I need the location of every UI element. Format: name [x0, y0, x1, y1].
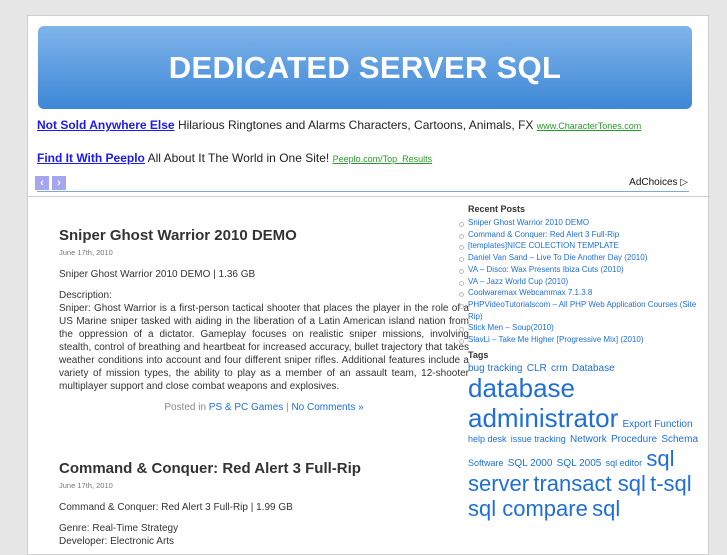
recent-post-link[interactable]: Stick Men – Soup(2010) [459, 322, 708, 334]
recent-posts-heading: Recent Posts [468, 204, 526, 214]
ad-title-link[interactable]: Find It With Peeplo [37, 151, 145, 165]
category-link[interactable]: PS & PC Games [209, 402, 283, 413]
post-summary: Sniper Ghost Warrior 2010 DEMO | 1.36 GB [59, 269, 256, 280]
site-title[interactable]: DEDICATED SERVER SQL [169, 50, 561, 86]
ad-nav: ‹ › [35, 176, 66, 190]
tag-link[interactable]: SQL 2000 [508, 458, 553, 469]
sidebar: Recent Posts Sniper Ghost Warrior 2010 D… [459, 204, 708, 522]
tag-link[interactable]: Software [468, 458, 504, 468]
recent-post-link[interactable]: SlavLi – Take Me Higher [Progressive Mix… [459, 334, 708, 346]
tag-link[interactable]: bug tracking [468, 363, 522, 374]
post: Sniper Ghost Warrior 2010 DEMO June 17th… [59, 228, 469, 414]
ad-url-link[interactable]: Peeplo.com/Top_Results [333, 154, 433, 164]
recent-post-link[interactable]: VA – Disco: Wax Presents Ibiza Cuts (201… [459, 264, 708, 276]
tag-link[interactable]: Schema [661, 434, 698, 445]
tag-link[interactable]: crm [551, 363, 568, 374]
adchoices-link[interactable]: AdChoices ▷ [629, 177, 688, 188]
chevron-right-icon[interactable]: › [52, 176, 66, 190]
tag-link[interactable]: sql editor [606, 458, 643, 468]
ad-item: Find It With Peeplo All About It The Wor… [37, 151, 432, 165]
recent-post-link[interactable]: Coolwaremax Webcammax 7.1.3.8 [459, 287, 708, 299]
ad-text: Hilarious Ringtones and Alarms Character… [177, 118, 534, 132]
post: Command & Conquer: Red Alert 3 Full-Rip … [59, 461, 469, 548]
tag-link[interactable]: issue tracking [511, 434, 566, 444]
post-date: June 17th, 2010 [59, 248, 113, 257]
tag-link[interactable]: help desk [468, 434, 507, 444]
tag-link[interactable]: CLR [527, 363, 547, 374]
recent-post-link[interactable]: VA – Jazz World Cup (2010) [459, 276, 708, 288]
post-developer: Developer: Electronic Arts [59, 536, 175, 547]
tag-link[interactable]: t-sql [650, 471, 692, 496]
post-meta: Posted in PS & PC Games | No Comments » [59, 401, 469, 414]
tag-link[interactable]: Procedure [611, 434, 657, 445]
recent-posts-list: Sniper Ghost Warrior 2010 DEMO Command & … [459, 217, 708, 346]
divider [28, 196, 710, 197]
ad-title-link[interactable]: Not Sold Anywhere Else [37, 118, 175, 132]
divider [37, 191, 689, 192]
tag-cloud: bug tracking CLR crm Database database a… [468, 363, 704, 522]
post-date: June 17th, 2010 [59, 481, 113, 490]
recent-post-link[interactable]: PHPVideoTutorialscom – All PHP Web Appli… [459, 299, 708, 322]
separator: | [286, 402, 289, 413]
post-title[interactable]: Command & Conquer: Red Alert 3 Full-Rip [59, 461, 469, 476]
tag-link[interactable]: SQL 2005 [557, 458, 602, 469]
ad-url-link[interactable]: www.CharacterTones.com [537, 121, 642, 131]
recent-post-link[interactable]: [templates]NICE COLECTION TEMPLATE [459, 240, 708, 252]
tag-link[interactable]: Export Function [623, 419, 693, 430]
tag-link[interactable]: Database [572, 363, 615, 374]
post-title[interactable]: Sniper Ghost Warrior 2010 DEMO [59, 228, 469, 243]
tag-link[interactable]: Network [570, 434, 607, 445]
recent-post-link[interactable]: Sniper Ghost Warrior 2010 DEMO [459, 217, 708, 229]
tag-link[interactable]: sql compare [468, 496, 588, 521]
chevron-left-icon[interactable]: ‹ [35, 176, 49, 190]
description-label: Description: [59, 290, 112, 301]
ad-text: All About It The World in One Site! [147, 151, 330, 165]
tags-heading: Tags [468, 349, 489, 360]
post-description: Sniper: Ghost Warrior is a first-person … [59, 303, 469, 392]
ad-item: Not Sold Anywhere Else Hilarious Rington… [37, 118, 641, 132]
recent-post-link[interactable]: Daniel Van Sand – Live To Die Another Da… [459, 252, 708, 264]
tag-link[interactable]: database administrator [468, 373, 618, 433]
recent-post-link[interactable]: Command & Conquer: Red Alert 3 Full-Rip [459, 229, 708, 241]
posted-in-label: Posted in [164, 402, 207, 413]
comments-link[interactable]: No Comments » [291, 402, 363, 413]
tag-link[interactable]: sql [592, 496, 620, 521]
tag-link[interactable]: transact sql [533, 471, 646, 496]
site-header: DEDICATED SERVER SQL [38, 26, 692, 109]
page: DEDICATED SERVER SQL Not Sold Anywhere E… [27, 15, 710, 555]
post-genre: Genre: Real-Time Strategy [59, 523, 179, 534]
post-summary: Command & Conquer: Red Alert 3 Full-Rip … [59, 502, 293, 513]
